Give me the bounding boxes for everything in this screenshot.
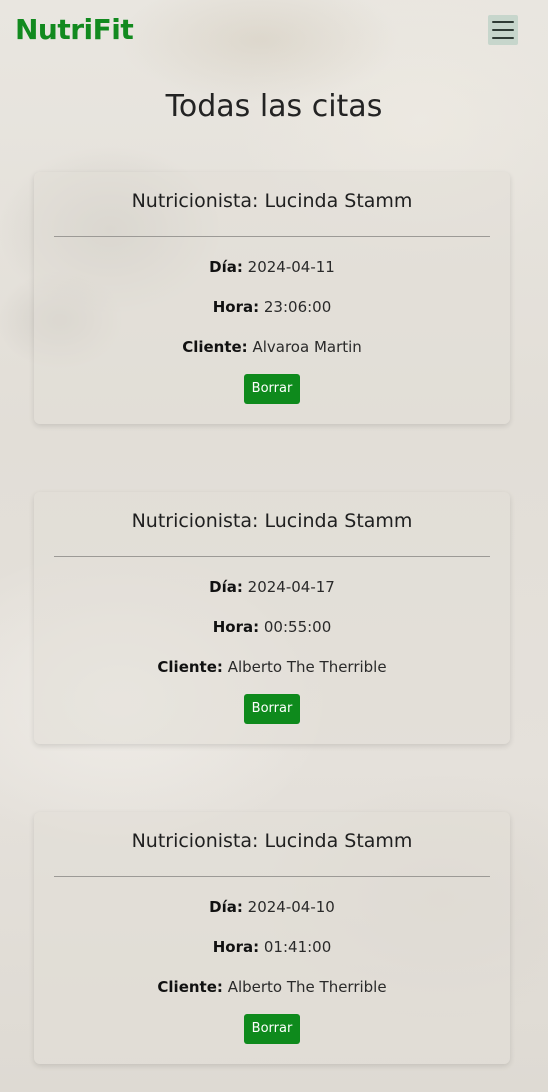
page-title: Todas las citas — [165, 89, 383, 124]
page: NutriFit Todas las citas Nutricionista: … — [0, 0, 548, 1092]
appointment-hour: Hora: 23:06:00 — [34, 297, 510, 317]
appointment-day: Día: 2024-04-11 — [34, 257, 510, 277]
delete-button[interactable]: Borrar — [244, 694, 300, 724]
appointment-card: Nutricionista: Lucinda Stamm Día: 2024-0… — [34, 172, 510, 424]
client-value: Alberto The Therrible — [227, 658, 387, 676]
card-divider — [54, 236, 490, 237]
hamburger-menu-icon[interactable] — [488, 15, 518, 45]
hour-value: 01:41:00 — [263, 938, 332, 956]
hour-label: Hora: — [212, 618, 260, 636]
hour-label: Hora: — [212, 938, 260, 956]
appointment-card: Nutricionista: Lucinda Stamm Día: 2024-0… — [34, 812, 510, 1064]
appointment-hour: Hora: 01:41:00 — [34, 937, 510, 957]
brand-logo[interactable]: NutriFit — [15, 12, 134, 48]
day-value: 2024-04-11 — [247, 258, 335, 276]
client-label: Cliente: — [157, 978, 223, 996]
hour-value: 00:55:00 — [263, 618, 332, 636]
card-divider — [54, 556, 490, 557]
nutritionist-name: Nutricionista: Lucinda Stamm — [131, 190, 413, 212]
hour-value: 23:06:00 — [263, 298, 332, 316]
client-label: Cliente: — [157, 658, 223, 676]
nutritionist-name: Nutricionista: Lucinda Stamm — [131, 830, 413, 852]
day-label: Día: — [209, 578, 243, 596]
appointment-day: Día: 2024-04-17 — [34, 577, 510, 597]
menu-line — [492, 29, 514, 31]
day-value: 2024-04-10 — [247, 898, 335, 916]
day-label: Día: — [209, 898, 243, 916]
delete-button[interactable]: Borrar — [244, 374, 300, 404]
hour-label: Hora: — [212, 298, 260, 316]
nutritionist-name: Nutricionista: Lucinda Stamm — [131, 510, 413, 532]
client-label: Cliente: — [182, 338, 248, 356]
menu-line — [492, 21, 514, 23]
delete-button[interactable]: Borrar — [244, 1014, 300, 1044]
appointment-client: Cliente: Alberto The Therrible — [34, 977, 510, 997]
client-value: Alberto The Therrible — [227, 978, 387, 996]
day-value: 2024-04-17 — [247, 578, 335, 596]
appointment-day: Día: 2024-04-10 — [34, 897, 510, 917]
appointment-hour: Hora: 00:55:00 — [34, 617, 510, 637]
menu-line — [492, 37, 514, 39]
navbar: NutriFit — [0, 0, 548, 62]
client-value: Alvaroa Martin — [252, 338, 362, 356]
appointment-card: Nutricionista: Lucinda Stamm Día: 2024-0… — [34, 492, 510, 744]
appointment-client: Cliente: Alberto The Therrible — [34, 657, 510, 677]
appointment-client: Cliente: Alvaroa Martin — [34, 337, 510, 357]
day-label: Día: — [209, 258, 243, 276]
card-divider — [54, 876, 490, 877]
